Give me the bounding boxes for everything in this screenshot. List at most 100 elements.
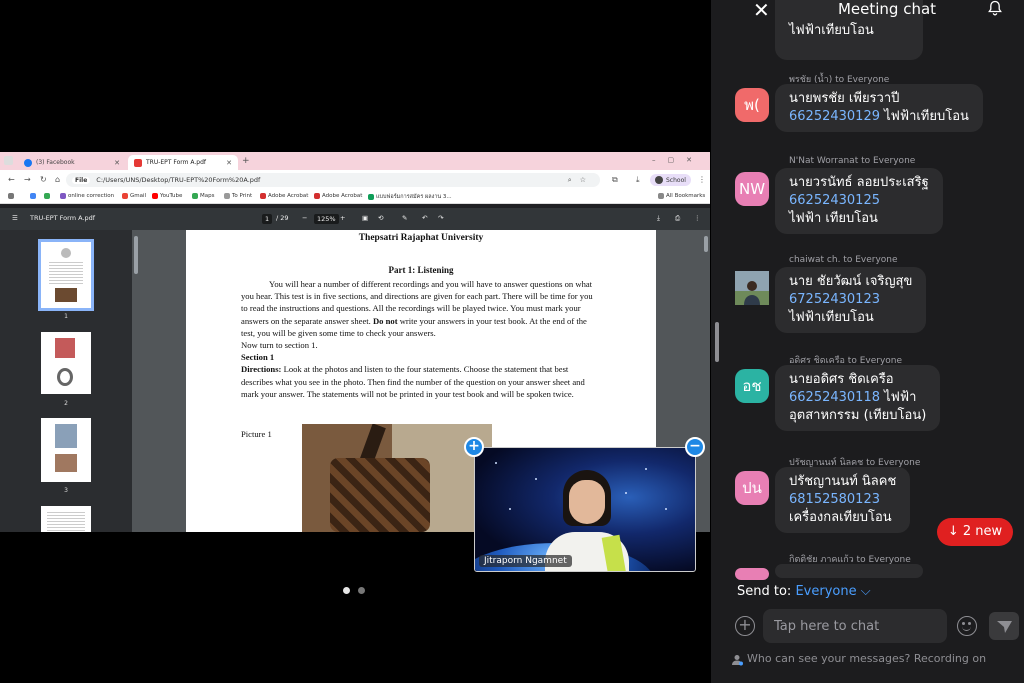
chat-scrollbar[interactable]	[715, 322, 719, 362]
bookmark-item[interactable]: Gmail	[122, 193, 146, 199]
bookmark-item[interactable]: To Print	[224, 193, 252, 199]
bookmark-item[interactable]: Adobe Acrobat	[260, 193, 308, 199]
bookmark-item[interactable]: online correction	[60, 193, 114, 199]
message-text: ไฟฟ้าเทียบโอน	[789, 310, 874, 325]
sender-avatar[interactable]: อช	[735, 369, 769, 403]
tab-facebook[interactable]: (3) Facebook ✕	[18, 155, 126, 170]
tab-search-icon[interactable]	[4, 156, 13, 165]
close-tab-icon[interactable]: ✕	[114, 159, 120, 167]
bookmark-item[interactable]: Adobe Acrobat	[314, 193, 362, 199]
tab-pdf[interactable]: TRU-EPT Form A.pdf ✕	[128, 155, 238, 170]
bookmark-item[interactable]: แบบฟอร์มการสมัคร ผลงาน 3...	[368, 193, 452, 201]
page-thumbnail[interactable]	[41, 506, 91, 532]
message-bubble[interactable]: นายอดิศร ชิดเครือ 66252430118 ไฟฟ้า อุตสาห…	[775, 365, 941, 431]
send-icon	[997, 621, 1012, 633]
student-id: 67252430123	[789, 292, 880, 307]
thumbnail-number: 3	[64, 487, 68, 494]
message-bubble[interactable]: นาย ชัยวัฒน์ เจริญสุข 67252430123 ไฟฟ้าเที…	[775, 267, 927, 333]
add-attachment-icon[interactable]: +	[735, 616, 755, 636]
now-turn-text: Now turn to section 1.	[241, 340, 318, 351]
bookmark-icon[interactable]	[44, 193, 50, 199]
new-messages-button[interactable]: ↓ 2 new	[937, 518, 1013, 546]
home-icon[interactable]: ⌂	[55, 175, 60, 184]
thumbnail-scrollbar[interactable]	[134, 236, 138, 274]
send-to-label: Send to:	[737, 584, 792, 599]
url-field[interactable]: File C:/Users/UNS/Desktop/TRU-EPT%20Form…	[66, 173, 600, 187]
pdf-download-icon[interactable]: ⤓	[657, 214, 660, 223]
redo-icon[interactable]: ↷	[438, 214, 443, 222]
minimize-video-icon[interactable]: −	[685, 437, 705, 457]
meeting-chat-panel: ไฟฟ้าเทียบโอน ✕ Meeting chat พรชัย (น้ำ)…	[711, 0, 1024, 683]
file-chip: File	[72, 176, 91, 184]
forward-icon[interactable]: →	[24, 175, 31, 184]
print-icon[interactable]: ⎙	[675, 214, 680, 223]
extensions-icon[interactable]: ⧉	[612, 175, 618, 185]
close-tab-icon[interactable]: ✕	[226, 159, 232, 167]
bookmark-item[interactable]: YouTube	[152, 193, 182, 199]
zoom-meeting-screen: (3) Facebook ✕ TRU-EPT Form A.pdf ✕ + –▢…	[0, 0, 1024, 683]
bell-icon[interactable]	[987, 0, 1003, 16]
pdf-more-icon[interactable]: ⋮	[694, 214, 701, 222]
zoom-out-icon[interactable]: −	[302, 214, 307, 222]
pdf-filename: TRU-EPT Form A.pdf	[30, 214, 96, 222]
message-text: นายพรชัย เพียรวาปี	[789, 91, 900, 106]
do-not-text: Do not	[372, 315, 398, 326]
bookmark-item[interactable]: Maps	[192, 193, 214, 199]
apps-icon[interactable]	[8, 193, 14, 199]
emoji-icon[interactable]	[957, 616, 977, 636]
back-icon[interactable]: ←	[8, 175, 15, 184]
sender-avatar[interactable]: ปน	[735, 471, 769, 505]
window-controls[interactable]: –▢✕	[652, 156, 704, 164]
download-icon[interactable]: ⤓	[636, 175, 640, 185]
message-bubble[interactable]	[775, 564, 923, 578]
chat-header: ✕ Meeting chat	[711, 0, 1024, 22]
page-dot-active[interactable]	[343, 587, 350, 594]
menu-icon[interactable]: ⋮	[698, 175, 706, 184]
message-bubble[interactable]: ปรัชญานนท์ นิลคช 68152580123 เครื่องกลเทีย…	[775, 467, 911, 533]
message-bubble[interactable]: นายพรชัย เพียรวาปี 66252430129 ไฟฟ้าเทียบ…	[775, 84, 983, 132]
thumbnail-sidebar: 1 2 3	[0, 230, 138, 532]
student-id: 66252430118	[789, 390, 880, 405]
pdf-menu-icon[interactable]: ☰	[12, 214, 18, 222]
sender-avatar[interactable]: พ(	[735, 88, 769, 122]
sender-avatar[interactable]	[735, 271, 769, 305]
participant-name: Jitraporn Ngamnet	[479, 555, 572, 567]
undo-icon[interactable]: ↶	[422, 214, 427, 222]
zoom-field[interactable]: 125%	[314, 214, 339, 224]
message-bubble[interactable]: นายวรนัทธ์ ลอยประเสริฐ 66252430125 ไฟฟ้า เ…	[775, 168, 943, 234]
sender-avatar[interactable]: NW	[735, 172, 769, 206]
part-title: Part 1: Listening	[388, 265, 454, 275]
message-sender: chaiwat ch. to Everyone	[789, 255, 898, 265]
pdf-icon	[134, 158, 142, 167]
rotate-icon[interactable]: ⟲	[378, 214, 383, 222]
sender-avatar[interactable]	[735, 568, 769, 580]
send-to-selector[interactable]: Send to: Everyone ⌵	[737, 584, 871, 599]
all-bookmarks[interactable]: All Bookmarks	[658, 193, 705, 199]
message-text: ปรัชญานนท์ นิลคช	[789, 474, 897, 489]
zoom-star-icons[interactable]: ⌕☆	[568, 176, 594, 185]
message-text: นายอดิศร ชิดเครือ	[789, 372, 894, 387]
zoom-in-icon[interactable]: +	[340, 214, 345, 222]
tab-label: TRU-EPT Form A.pdf	[146, 159, 207, 166]
send-button[interactable]	[989, 612, 1019, 640]
participant-video[interactable]: Jitraporn Ngamnet	[474, 447, 696, 572]
university-title: Thepsatri Rajaphat University	[358, 233, 484, 243]
page-thumbnail[interactable]	[41, 332, 91, 394]
chat-input[interactable]	[763, 609, 947, 643]
new-tab-icon[interactable]: +	[242, 156, 250, 166]
page-dot[interactable]	[358, 587, 365, 594]
draw-icon[interactable]: ✎	[402, 214, 407, 222]
bookmarks-bar: online correction Gmail YouTube Maps To …	[0, 190, 710, 204]
privacy-note[interactable]: Who can see your messages? Recording on	[732, 652, 986, 666]
address-bar-row: ← → ↻ ⌂ File C:/Users/UNS/Desktop/TRU-EP…	[0, 170, 710, 190]
expand-video-icon[interactable]: +	[464, 437, 484, 457]
page-thumbnail[interactable]	[38, 239, 94, 311]
reload-icon[interactable]: ↻	[40, 175, 47, 184]
page-number-field[interactable]: 1	[262, 214, 273, 224]
fit-page-icon[interactable]: ▣	[362, 214, 368, 222]
page-total: / 29	[276, 214, 289, 222]
page-scrollbar[interactable]	[704, 236, 708, 252]
profile-chip[interactable]: School	[650, 174, 691, 186]
page-thumbnail[interactable]	[41, 418, 91, 482]
bookmark-icon[interactable]	[30, 193, 36, 199]
